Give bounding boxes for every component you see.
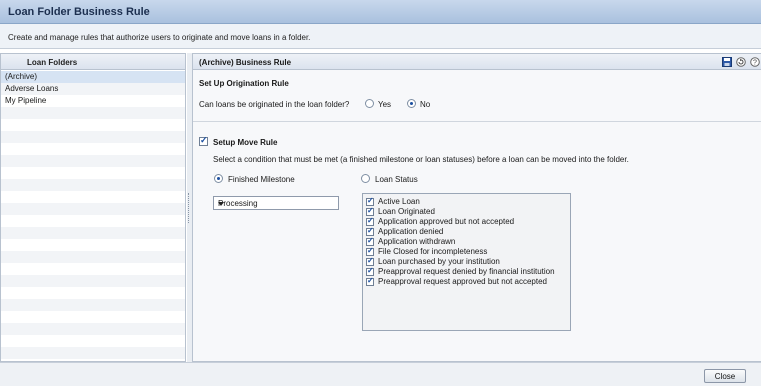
folder-item-my-pipeline[interactable]: My Pipeline xyxy=(1,95,185,107)
finished-milestone-label[interactable]: Finished Milestone xyxy=(228,175,295,184)
move-rule-instruction: Select a condition that must be met (a f… xyxy=(213,155,629,164)
status-label: Application approved but not accepted xyxy=(378,217,515,226)
milestone-dropdown[interactable]: Processing xyxy=(213,196,339,210)
help-icon[interactable]: ? xyxy=(750,57,760,67)
setup-move-rule-label[interactable]: Setup Move Rule xyxy=(213,138,277,147)
save-icon[interactable] xyxy=(722,57,732,67)
status-label: Preapproval request approved but not acc… xyxy=(378,277,548,286)
folder-item-archive[interactable]: (Archive) xyxy=(1,71,185,83)
status-label: File Closed for incompleteness xyxy=(378,247,488,256)
section-divider xyxy=(193,121,761,122)
folder-item-adverse-loans[interactable]: Adverse Loans xyxy=(1,83,185,95)
loan-status-label[interactable]: Loan Status xyxy=(375,175,418,184)
status-label: Active Loan xyxy=(378,197,420,206)
origination-no-label[interactable]: No xyxy=(420,100,430,109)
loan-folders-title: Loan Folders xyxy=(27,58,78,67)
chevron-down-icon xyxy=(218,202,224,206)
status-checkbox[interactable] xyxy=(366,206,374,216)
loan-status-list: Active Loan Loan Originated Application … xyxy=(362,193,571,331)
description-text: Create and manage rules that authorize u… xyxy=(8,33,311,42)
finished-milestone-radio[interactable] xyxy=(214,174,223,183)
origination-yes-radio[interactable] xyxy=(365,99,374,108)
status-checkbox[interactable] xyxy=(366,246,374,256)
status-checkbox[interactable] xyxy=(366,256,374,266)
dialog-footer: Close xyxy=(0,362,761,386)
loan-status-radio[interactable] xyxy=(361,174,370,183)
reset-icon[interactable] xyxy=(736,57,746,67)
close-button[interactable]: Close xyxy=(704,369,746,383)
business-rule-panel: (Archive) Business Rule ? Set Up Origina… xyxy=(192,53,761,362)
loan-folders-panel: Loan Folders (Archive) Adverse Loans My … xyxy=(0,53,186,362)
status-label: Application denied xyxy=(378,227,444,236)
status-label: Application withdrawn xyxy=(378,237,456,246)
status-label: Preapproval request denied by financial … xyxy=(378,267,555,276)
window-titlebar: Loan Folder Business Rule xyxy=(0,0,761,24)
setup-move-rule-checkbox[interactable] xyxy=(199,135,208,146)
status-checkbox[interactable] xyxy=(366,236,374,246)
status-checkbox[interactable] xyxy=(366,216,374,226)
origination-yes-label[interactable]: Yes xyxy=(378,100,391,109)
business-rule-title: (Archive) Business Rule xyxy=(199,58,292,67)
origination-no-radio[interactable] xyxy=(407,99,416,108)
status-checkbox[interactable] xyxy=(366,266,374,276)
splitter-grip[interactable] xyxy=(188,193,191,223)
status-checkbox[interactable] xyxy=(366,196,374,206)
window-title: Loan Folder Business Rule xyxy=(8,6,150,18)
origination-question: Can loans be originated in the loan fold… xyxy=(199,100,350,109)
status-checkbox[interactable] xyxy=(366,276,374,286)
status-checkbox[interactable] xyxy=(366,226,374,236)
status-label: Loan Originated xyxy=(378,207,435,216)
folder-list: (Archive) Adverse Loans My Pipeline xyxy=(1,71,185,361)
loan-folders-header: Loan Folders xyxy=(1,54,185,70)
status-label: Loan purchased by your institution xyxy=(378,257,500,266)
description-bar: Create and manage rules that authorize u… xyxy=(0,24,761,49)
svg-text:?: ? xyxy=(753,60,757,67)
origination-rule-title: Set Up Origination Rule xyxy=(199,79,289,88)
business-rule-header: (Archive) Business Rule ? xyxy=(193,54,761,70)
